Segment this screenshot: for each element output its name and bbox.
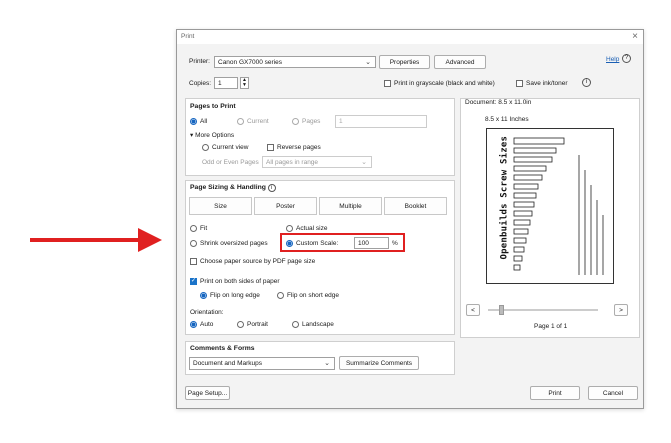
comments-forms-value: Document and Markups <box>193 360 263 367</box>
save-ink-checkbox[interactable] <box>516 80 523 87</box>
preview-vertical-title: Openbuilds Screw Sizes <box>499 135 510 260</box>
actual-size-radio[interactable] <box>286 225 293 232</box>
custom-scale-radio[interactable] <box>286 240 293 247</box>
info-icon[interactable]: i <box>582 78 591 87</box>
preview-diagram <box>513 137 604 275</box>
pages-to-print-heading: Pages to Print <box>190 103 236 110</box>
advanced-button[interactable]: Advanced <box>434 55 486 69</box>
custom-scale-input[interactable]: 100 <box>354 237 389 249</box>
fit-radio[interactable] <box>190 225 197 232</box>
pages-label: Pages <box>302 118 321 125</box>
flip-long-label: Flip on long edge <box>210 292 260 299</box>
copies-input[interactable]: 1 <box>214 77 238 89</box>
print-both-sides-label: Print on both sides of paper <box>200 278 280 285</box>
chevron-down-icon: ⌄ <box>361 159 367 166</box>
help-link[interactable]: Help <box>606 56 619 63</box>
custom-scale-label: Custom Scale: <box>296 240 339 247</box>
landscape-radio[interactable] <box>292 321 299 328</box>
paper-size-label: 8.5 x 11 Inches <box>485 116 529 123</box>
portrait-radio[interactable] <box>237 321 244 328</box>
copies-label: Copies: <box>189 80 212 87</box>
copies-stepper[interactable]: ▲ ▼ <box>240 77 249 89</box>
tab-multiple[interactable]: Multiple <box>319 197 382 215</box>
preview-prev-button[interactable]: < <box>466 304 480 316</box>
properties-button[interactable]: Properties <box>379 55 430 69</box>
chevron-down-icon: ▾ <box>190 132 194 139</box>
page-setup-button[interactable]: Page Setup... <box>185 386 230 400</box>
preview-slider-thumb[interactable] <box>499 305 504 315</box>
chevron-down-icon: ⌄ <box>324 360 330 367</box>
comments-forms-select[interactable]: Document and Markups ⌄ <box>189 357 335 370</box>
print-both-sides-checkbox[interactable]: ✓ <box>190 278 197 285</box>
auto-orientation-radio[interactable] <box>190 321 197 328</box>
grayscale-checkbox[interactable] <box>384 80 391 87</box>
odd-even-label: Odd or Even Pages <box>202 159 259 166</box>
document-size-label: Document: 8.5 x 11.0in <box>465 99 532 106</box>
printer-label: Printer: <box>189 58 210 65</box>
current-page-label: Current <box>247 118 269 125</box>
orientation-label: Orientation: <box>190 309 224 316</box>
summarize-comments-button[interactable]: Summarize Comments <box>339 356 419 370</box>
window-title: Print <box>181 33 195 40</box>
grayscale-label: Print in grayscale (black and white) <box>394 80 495 87</box>
cancel-button[interactable]: Cancel <box>588 386 638 400</box>
pages-range-input[interactable]: 1 <box>335 115 427 128</box>
title-bar: Print × <box>177 30 643 44</box>
actual-size-label: Actual size <box>296 225 328 232</box>
current-view-label: Current view <box>212 144 249 151</box>
help-icon[interactable]: ? <box>622 54 631 63</box>
tab-poster[interactable]: Poster <box>254 197 317 215</box>
current-page-radio[interactable] <box>237 118 244 125</box>
percent-label: % <box>392 240 398 247</box>
fit-label: Fit <box>200 225 208 232</box>
current-view-radio[interactable] <box>202 144 209 151</box>
tab-size[interactable]: Size <box>189 197 252 215</box>
more-options-toggle[interactable]: ▾ More Options <box>190 131 234 139</box>
landscape-label: Landscape <box>302 321 334 328</box>
printer-select[interactable]: Canon GX7000 series ⌄ <box>214 56 376 68</box>
info-icon[interactable]: i <box>267 184 276 192</box>
reverse-pages-label: Reverse pages <box>277 144 321 151</box>
flip-short-radio[interactable] <box>277 292 284 299</box>
print-button[interactable]: Print <box>530 386 580 400</box>
shrink-label: Shrink oversized pages <box>200 240 268 247</box>
all-pages-radio[interactable] <box>190 118 197 125</box>
chevron-down-icon: ⌄ <box>365 59 371 66</box>
flip-long-radio[interactable] <box>200 292 207 299</box>
preview-slider-track[interactable] <box>488 309 598 311</box>
auto-orientation-label: Auto <box>200 321 214 328</box>
odd-even-select[interactable]: All pages in range ⌄ <box>262 156 372 168</box>
comments-forms-heading: Comments & Forms <box>190 345 255 352</box>
shrink-radio[interactable] <box>190 240 197 247</box>
close-icon[interactable]: × <box>632 31 638 42</box>
annotation-arrow <box>30 228 162 252</box>
save-ink-label: Save ink/toner <box>526 80 568 87</box>
pages-radio[interactable] <box>292 118 299 125</box>
preview-next-button[interactable]: > <box>614 304 628 316</box>
all-pages-label: All <box>200 118 208 125</box>
reverse-pages-checkbox[interactable] <box>267 144 274 151</box>
flip-short-label: Flip on short edge <box>287 292 340 299</box>
page-count-label: Page 1 of 1 <box>534 323 568 330</box>
paper-source-label: Choose paper source by PDF page size <box>200 258 316 265</box>
odd-even-value: All pages in range <box>266 158 319 166</box>
page-preview: Openbuilds Screw Sizes <box>486 128 614 284</box>
page-sizing-heading: Page Sizing & Handling i <box>190 184 276 192</box>
portrait-label: Portrait <box>247 321 268 328</box>
paper-source-checkbox[interactable] <box>190 258 197 265</box>
tab-booklet[interactable]: Booklet <box>384 197 447 215</box>
printer-value: Canon GX7000 series <box>218 58 282 66</box>
